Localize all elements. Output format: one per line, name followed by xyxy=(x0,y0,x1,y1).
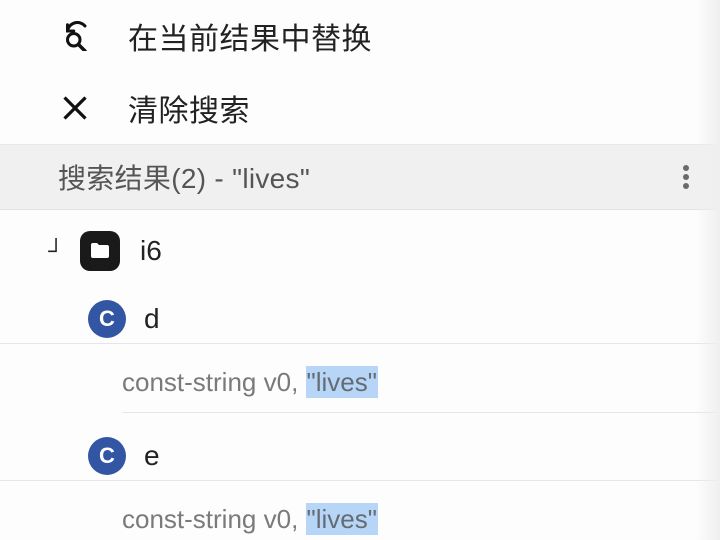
results-title: 搜索结果(2) - "lives" xyxy=(58,157,672,197)
results-header-bar: 搜索结果(2) - "lives" xyxy=(0,144,720,210)
clear-action-row[interactable]: 清除搜索 xyxy=(0,72,720,144)
class-badge-icon: C xyxy=(88,300,126,338)
tree-folder-row[interactable]: ┘ i6 xyxy=(0,226,720,276)
clear-action-label: 清除搜索 xyxy=(128,86,250,130)
tree-code-row[interactable]: const-string v0, "lives" xyxy=(0,491,720,540)
code-text-line: const-string v0, "lives" xyxy=(122,367,378,398)
code-highlight: "lives" xyxy=(306,503,378,535)
code-text-line: const-string v0, "lives" xyxy=(122,504,378,535)
code-prefix: const-string v0, xyxy=(122,504,306,534)
code-prefix: const-string v0, xyxy=(122,367,306,397)
tree-class-row[interactable]: C d xyxy=(0,294,720,344)
tree-class-name: d xyxy=(144,303,160,335)
divider xyxy=(122,412,720,413)
tree-code-row[interactable]: const-string v0, "lives" xyxy=(0,354,720,410)
folder-icon xyxy=(80,231,120,271)
app-root: 在当前结果中替换 清除搜索 搜索结果(2) - "lives" ┘ i6 C d xyxy=(0,0,720,540)
right-shadow xyxy=(696,0,720,540)
replace-icon xyxy=(58,19,92,53)
collapse-icon[interactable]: ┘ xyxy=(46,240,66,262)
replace-action-label: 在当前结果中替换 xyxy=(128,14,372,58)
tree-class-name: e xyxy=(144,440,160,472)
close-icon xyxy=(58,91,92,125)
results-tree: ┘ i6 C d const-string v0, "lives" C e co… xyxy=(0,210,720,540)
code-highlight: "lives" xyxy=(306,366,378,398)
tree-folder-name: i6 xyxy=(140,235,162,267)
tree-class-row[interactable]: C e xyxy=(0,431,720,481)
class-badge-icon: C xyxy=(88,437,126,475)
replace-action-row[interactable]: 在当前结果中替换 xyxy=(0,0,720,72)
